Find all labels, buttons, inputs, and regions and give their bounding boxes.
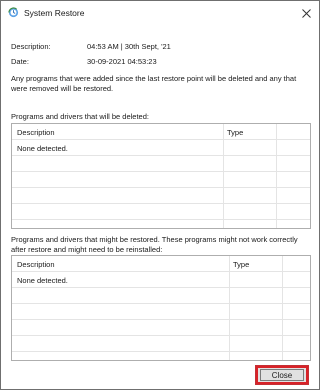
deleted-list-header bbox=[12, 124, 310, 140]
restored-programs-list[interactable]: Description Type None detected. bbox=[11, 255, 311, 361]
restored-section-label: Programs and drivers that might be resto… bbox=[11, 235, 298, 254]
table-row bbox=[12, 304, 310, 320]
table-row bbox=[12, 156, 310, 172]
deleted-programs-list[interactable]: Description Type None detected. bbox=[11, 123, 311, 229]
table-row bbox=[12, 204, 310, 220]
date-value: 30-09-2021 04:53:23 bbox=[87, 57, 157, 66]
description-label: Description: bbox=[11, 42, 51, 51]
column-divider[interactable] bbox=[229, 256, 230, 360]
close-button[interactable]: Close bbox=[255, 365, 309, 385]
table-row bbox=[12, 336, 310, 352]
description-value: 04:53 AM | 30th Sept, '21 bbox=[87, 42, 171, 51]
close-icon bbox=[301, 8, 311, 18]
row-description: None detected. bbox=[17, 144, 68, 153]
deleted-section-label: Programs and drivers that will be delete… bbox=[11, 112, 149, 121]
window-title: System Restore bbox=[24, 8, 85, 18]
table-row bbox=[12, 172, 310, 188]
restore-notice: Any programs that were added since the l… bbox=[11, 74, 297, 93]
column-header-description[interactable]: Description bbox=[17, 128, 55, 137]
table-row bbox=[12, 188, 310, 204]
column-divider[interactable] bbox=[282, 256, 283, 360]
date-label: Date: bbox=[11, 57, 29, 66]
row-description: None detected. bbox=[17, 276, 68, 285]
table-row bbox=[12, 320, 310, 336]
table-row bbox=[12, 288, 310, 304]
column-divider[interactable] bbox=[276, 124, 277, 228]
close-button-label: Close bbox=[260, 369, 304, 381]
title-bar[interactable]: System Restore bbox=[1, 1, 319, 25]
window-close-button[interactable] bbox=[293, 1, 319, 25]
system-restore-icon bbox=[8, 7, 19, 18]
system-restore-dialog: System Restore Description: 04:53 AM | 3… bbox=[0, 0, 320, 390]
column-header-type[interactable]: Type bbox=[227, 128, 243, 137]
restored-list-header bbox=[12, 256, 310, 272]
column-header-type[interactable]: Type bbox=[233, 260, 249, 269]
column-header-description[interactable]: Description bbox=[17, 260, 55, 269]
column-divider[interactable] bbox=[223, 124, 224, 228]
